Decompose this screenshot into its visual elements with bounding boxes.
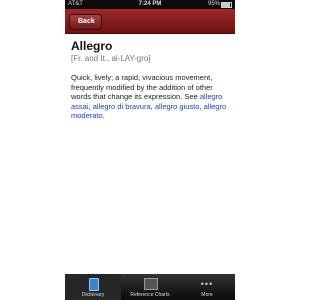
tab-label: Dictionary	[81, 292, 105, 298]
see-also-link-allegro-giusto[interactable]: allegro giusto	[155, 102, 200, 111]
battery-icon	[221, 2, 232, 8]
status-bar: AT&T 7:24 PM 95%	[65, 0, 235, 9]
tab-more[interactable]: ••• More	[179, 274, 235, 300]
more-icon: •••	[200, 279, 214, 289]
navigation-bar: Back	[65, 9, 235, 34]
book-icon	[89, 278, 99, 291]
see-also-link-allegro-di-bravura[interactable]: allegro di bravura	[93, 102, 151, 111]
tab-label: Reference Charts	[130, 292, 170, 298]
tab-label: More	[201, 292, 213, 298]
entry-pronunciation: [Fr. and It., al-LAY-gro]	[71, 54, 151, 63]
entry-definition: Quick, lively; a rapid, vivacious moveme…	[71, 73, 229, 121]
tab-reference-charts[interactable]: Reference Charts	[122, 274, 178, 300]
entry-headword: Allegro	[71, 39, 113, 53]
tab-bar: Dictionary Reference Charts ••• More	[65, 274, 235, 300]
entry-content: Allegro [Fr. and It., al-LAY-gro] Quick,…	[71, 40, 229, 121]
chart-icon	[144, 278, 158, 290]
battery-percent: 95%	[207, 1, 220, 7]
app-screen: AT&T 7:24 PM 95% Back Allegro [Fr. and I…	[65, 0, 235, 300]
back-button[interactable]: Back	[69, 14, 102, 30]
definition-text: Quick, lively; a rapid, vivacious moveme…	[71, 73, 213, 102]
definition-period: .	[102, 111, 105, 121]
tab-dictionary[interactable]: Dictionary	[65, 274, 121, 300]
